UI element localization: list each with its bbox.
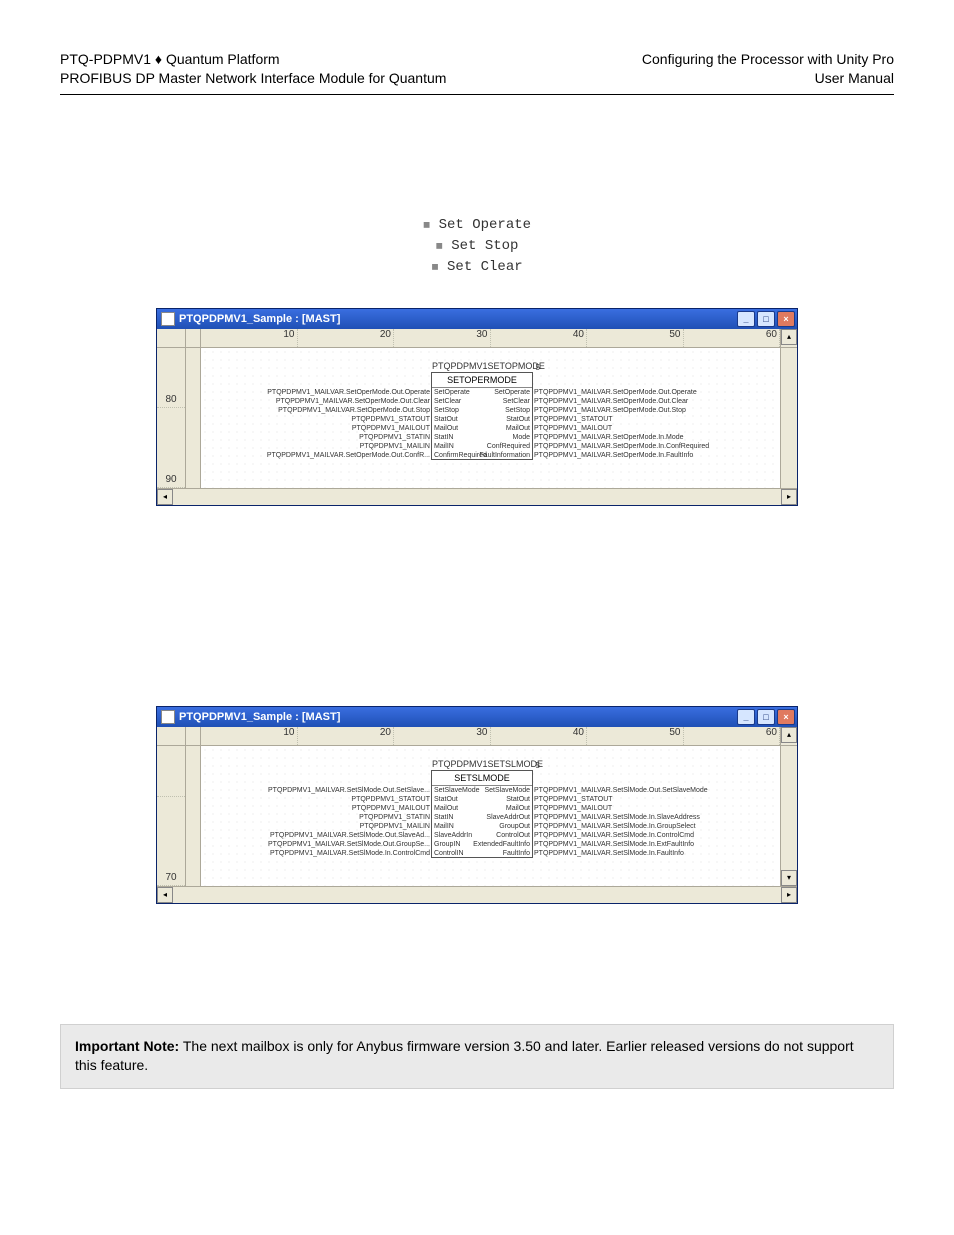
close-button[interactable]: × — [777, 311, 795, 327]
function-block-setslmode[interactable]: PTQPDPMV1SETSLMODE 5 SETSLMODE SetSlaveM… — [431, 770, 533, 858]
fbd-canvas[interactable]: PTQPDPMV1SETSLMODE 5 SETSLMODE SetSlaveM… — [201, 746, 780, 886]
scroll-right-button[interactable]: ▸ — [781, 489, 797, 505]
page-header: PTQ-PDPMV1 ♦ Quantum Platform PROFIBUS D… — [60, 50, 894, 88]
set-modes-list: ■ Set Operate ■ Set Stop ■ Set Clear — [60, 215, 894, 278]
window-title: PTQPDPMV1_Sample : [MAST] — [179, 711, 340, 723]
scroll-left-button[interactable]: ◂ — [157, 887, 173, 903]
scroll-left-button[interactable]: ◂ — [157, 489, 173, 505]
hdr-left-b: Quantum Platform — [166, 51, 280, 67]
window-title: PTQPDPMV1_Sample : [MAST] — [179, 313, 340, 325]
vertical-ruler: 70 — [157, 746, 186, 886]
vertical-scrollbar[interactable]: ▾ — [780, 746, 797, 886]
hdr-right2: User Manual — [642, 69, 894, 88]
scroll-up-button[interactable]: ▴ — [781, 329, 797, 345]
window-icon — [161, 312, 175, 326]
fbd-window-setopmode: PTQPDPMV1_Sample : [MAST] _ □ × 10 20 30… — [156, 308, 798, 506]
titlebar[interactable]: PTQPDPMV1_Sample : [MAST] _ □ × — [157, 707, 797, 727]
divider — [60, 94, 894, 95]
fbd-window-setslmode: PTQPDPMV1_Sample : [MAST] _ □ × 10 20 30… — [156, 706, 798, 904]
hdr-left2: PROFIBUS DP Master Network Interface Mod… — [60, 69, 446, 88]
scroll-up-button[interactable]: ▴ — [781, 727, 797, 743]
maximize-button[interactable]: □ — [757, 709, 775, 725]
function-block-setopermode[interactable]: PTQPDPMV1SETOPMODE 5 SETOPERMODE SetOper… — [431, 372, 533, 460]
horizontal-ruler: 10 20 30 40 50 60 — [201, 329, 780, 347]
titlebar[interactable]: PTQPDPMV1_Sample : [MAST] _ □ × — [157, 309, 797, 329]
window-icon — [161, 710, 175, 724]
scroll-down-button[interactable]: ▾ — [781, 870, 797, 886]
horizontal-ruler: 10 20 30 40 50 60 — [201, 727, 780, 745]
note-bold: Important Note: — [75, 1038, 179, 1054]
fbd-canvas[interactable]: PTQPDPMV1SETOPMODE 5 SETOPERMODE SetOper… — [201, 348, 780, 488]
important-note: Important Note: The next mailbox is only… — [60, 1024, 894, 1089]
maximize-button[interactable]: □ — [757, 311, 775, 327]
scroll-right-button[interactable]: ▸ — [781, 887, 797, 903]
minimize-button[interactable]: _ — [737, 709, 755, 725]
vertical-ruler: 80 90 — [157, 348, 186, 488]
note-text: The next mailbox is only for Anybus firm… — [75, 1038, 854, 1074]
hdr-left-a: PTQ-PDPMV1 — [60, 51, 151, 67]
close-button[interactable]: × — [777, 709, 795, 725]
horizontal-scrollbar[interactable]: ◂ ▸ — [157, 886, 797, 903]
vertical-scrollbar[interactable] — [780, 348, 797, 488]
minimize-button[interactable]: _ — [737, 311, 755, 327]
horizontal-scrollbar[interactable]: ◂ ▸ — [157, 488, 797, 505]
hdr-right1: Configuring the Processor with Unity Pro — [642, 50, 894, 69]
